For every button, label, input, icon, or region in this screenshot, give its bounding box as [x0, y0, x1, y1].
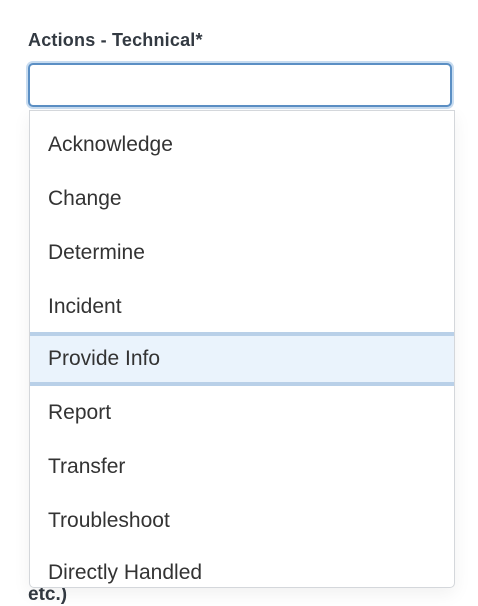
option-transfer[interactable]: Transfer [30, 440, 454, 494]
option-incident[interactable]: Incident [30, 280, 454, 334]
option-provide-info[interactable]: Provide Info [30, 332, 454, 386]
option-determine[interactable]: Determine [30, 226, 454, 280]
option-change[interactable]: Change [30, 172, 454, 226]
option-troubleshoot[interactable]: Troubleshoot [30, 494, 454, 548]
option-directly-handled[interactable]: Directly Handled [30, 546, 454, 587]
option-report[interactable]: Report [30, 386, 454, 440]
dropdown-list: Acknowledge Change Determine Incident Pr… [29, 110, 455, 588]
field-label: Actions - Technical* [28, 30, 203, 50]
actions-technical-input[interactable] [28, 63, 452, 107]
option-acknowledge[interactable]: Acknowledge [30, 118, 454, 172]
